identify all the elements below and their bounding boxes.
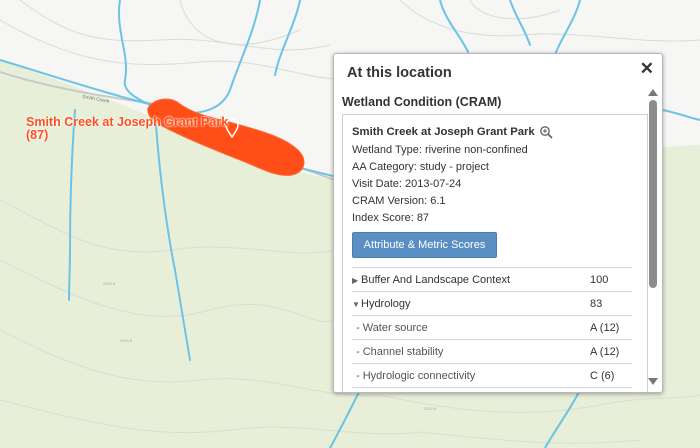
contour-label: 2000 ft (120, 338, 133, 343)
score-value: A (12) (590, 315, 632, 340)
score-value: A (12) (590, 339, 632, 364)
feature-label-count: (87) (26, 128, 49, 142)
score-value: 83 (590, 291, 632, 316)
popup-content-box: Smith Creek at Joseph Grant Park Wetland… (342, 114, 648, 392)
score-row[interactable]: ▶ Buffer And Landscape Context 100 (352, 267, 632, 292)
contour-label: 2000 ft (424, 406, 437, 411)
scroll-up-icon[interactable] (648, 89, 658, 96)
aa-category: AA Category: study - project (352, 161, 489, 173)
popup-content: Smith Creek at Joseph Grant Park Wetland… (352, 125, 632, 388)
score-row: - Hydrologic connectivity C (6) (352, 363, 632, 388)
score-label: - Hydrologic connectivity (356, 369, 476, 382)
visit-date: Visit Date: 2013-07-24 (352, 178, 462, 190)
attribute-metric-scores-button[interactable]: Attribute & Metric Scores (352, 232, 497, 258)
scroll-thumb[interactable] (649, 100, 657, 288)
score-label: - Channel stability (356, 345, 444, 358)
scrollbar[interactable] (647, 87, 659, 387)
feature-label-name: Smith Creek at Joseph Grant Park (26, 115, 229, 129)
score-row: - Water source A (12) (352, 315, 632, 340)
score-value: 100 (590, 267, 632, 292)
score-label: - Water source (356, 321, 428, 334)
score-row: - Channel stability A (12) (352, 339, 632, 364)
wetland-type: Wetland Type: riverine non-confined (352, 144, 528, 156)
site-name-row: Smith Creek at Joseph Grant Park (352, 125, 632, 139)
location-popup: At this location ✕ Wetland Condition (CR… (333, 53, 663, 393)
popup-title: At this location (347, 65, 452, 81)
close-button[interactable]: ✕ (640, 59, 654, 79)
index-score: Index Score: 87 (352, 212, 430, 224)
triangle-down-icon[interactable]: ▼ (352, 300, 361, 309)
score-value: C (6) (590, 363, 632, 388)
map-feature-label[interactable]: Smith Creek at Joseph Grant Park (87) (26, 116, 228, 142)
scores-table: ▶ Buffer And Landscape Context 100 ▼Hydrolo… (352, 267, 632, 388)
section-title: Wetland Condition (CRAM) (342, 95, 502, 109)
score-label: Buffer And Landscape Context (361, 273, 511, 286)
site-name: Smith Creek at Joseph Grant Park (352, 126, 535, 138)
score-row[interactable]: ▼Hydrology 83 (352, 291, 632, 316)
scroll-down-icon[interactable] (648, 378, 658, 385)
zoom-to-icon[interactable] (539, 125, 553, 139)
score-label: Hydrology (361, 297, 411, 310)
triangle-right-icon[interactable]: ▶ (352, 276, 361, 285)
cram-version: CRAM Version: 6.1 (352, 195, 446, 207)
contour-label: 2000 ft (103, 281, 116, 286)
